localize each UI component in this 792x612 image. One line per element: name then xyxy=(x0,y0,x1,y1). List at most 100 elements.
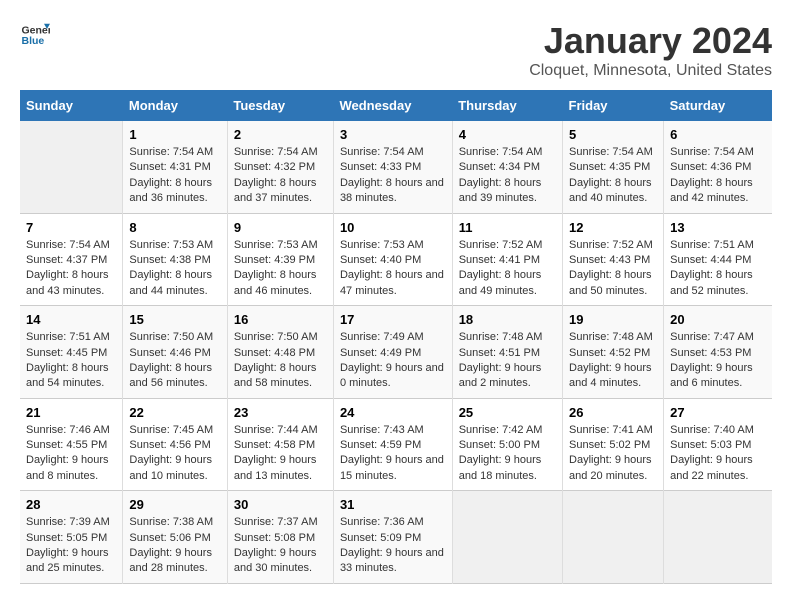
day-number: 31 xyxy=(340,497,446,512)
sunrise-text: Sunrise: 7:50 AM xyxy=(129,331,213,343)
sunset-text: Sunset: 5:02 PM xyxy=(569,439,650,451)
daylight-text: Daylight: 9 hours and 33 minutes. xyxy=(340,547,444,574)
sunset-text: Sunset: 4:56 PM xyxy=(129,439,210,451)
sunset-text: Sunset: 4:38 PM xyxy=(129,254,210,266)
sunrise-text: Sunrise: 7:49 AM xyxy=(340,331,424,343)
day-info: Sunrise: 7:42 AM Sunset: 5:00 PM Dayligh… xyxy=(459,423,556,485)
day-info: Sunrise: 7:36 AM Sunset: 5:09 PM Dayligh… xyxy=(340,515,446,577)
day-info: Sunrise: 7:45 AM Sunset: 4:56 PM Dayligh… xyxy=(129,423,220,485)
day-cell: 3 Sunrise: 7:54 AM Sunset: 4:33 PM Dayli… xyxy=(333,121,452,213)
sunset-text: Sunset: 4:44 PM xyxy=(670,254,751,266)
daylight-text: Daylight: 8 hours and 36 minutes. xyxy=(129,177,212,204)
sunset-text: Sunset: 5:09 PM xyxy=(340,532,421,544)
sunset-text: Sunset: 4:52 PM xyxy=(569,347,650,359)
day-number: 30 xyxy=(234,497,327,512)
day-info: Sunrise: 7:41 AM Sunset: 5:02 PM Dayligh… xyxy=(569,423,657,485)
day-number: 26 xyxy=(569,405,657,420)
sunrise-text: Sunrise: 7:51 AM xyxy=(670,239,754,251)
day-number: 21 xyxy=(26,405,116,420)
day-cell: 5 Sunrise: 7:54 AM Sunset: 4:35 PM Dayli… xyxy=(563,121,664,213)
sunrise-text: Sunrise: 7:53 AM xyxy=(234,239,318,251)
day-cell: 10 Sunrise: 7:53 AM Sunset: 4:40 PM Dayl… xyxy=(333,213,452,306)
sunrise-text: Sunrise: 7:54 AM xyxy=(670,146,754,158)
sunrise-text: Sunrise: 7:38 AM xyxy=(129,516,213,528)
day-info: Sunrise: 7:54 AM Sunset: 4:32 PM Dayligh… xyxy=(234,145,327,207)
daylight-text: Daylight: 8 hours and 42 minutes. xyxy=(670,177,753,204)
day-cell: 15 Sunrise: 7:50 AM Sunset: 4:46 PM Dayl… xyxy=(123,306,227,399)
daylight-text: Daylight: 9 hours and 25 minutes. xyxy=(26,547,109,574)
daylight-text: Daylight: 9 hours and 8 minutes. xyxy=(26,454,109,481)
header: General Blue January 2024 Cloquet, Minne… xyxy=(20,20,772,80)
day-info: Sunrise: 7:51 AM Sunset: 4:44 PM Dayligh… xyxy=(670,238,766,300)
day-info: Sunrise: 7:50 AM Sunset: 4:46 PM Dayligh… xyxy=(129,330,220,392)
day-number: 3 xyxy=(340,127,446,142)
daylight-text: Daylight: 8 hours and 56 minutes. xyxy=(129,362,212,389)
day-info: Sunrise: 7:38 AM Sunset: 5:06 PM Dayligh… xyxy=(129,515,220,577)
sunrise-text: Sunrise: 7:50 AM xyxy=(234,331,318,343)
week-row-3: 14 Sunrise: 7:51 AM Sunset: 4:45 PM Dayl… xyxy=(20,306,772,399)
sunset-text: Sunset: 4:58 PM xyxy=(234,439,315,451)
day-number: 6 xyxy=(670,127,766,142)
header-day-tuesday: Tuesday xyxy=(227,90,333,121)
sunset-text: Sunset: 4:43 PM xyxy=(569,254,650,266)
daylight-text: Daylight: 9 hours and 28 minutes. xyxy=(129,547,212,574)
week-row-2: 7 Sunrise: 7:54 AM Sunset: 4:37 PM Dayli… xyxy=(20,213,772,306)
header-day-friday: Friday xyxy=(563,90,664,121)
svg-text:Blue: Blue xyxy=(22,35,45,47)
day-number: 13 xyxy=(670,220,766,235)
day-info: Sunrise: 7:50 AM Sunset: 4:48 PM Dayligh… xyxy=(234,330,327,392)
day-info: Sunrise: 7:39 AM Sunset: 5:05 PM Dayligh… xyxy=(26,515,116,577)
day-cell: 13 Sunrise: 7:51 AM Sunset: 4:44 PM Dayl… xyxy=(664,213,772,306)
day-info: Sunrise: 7:54 AM Sunset: 4:33 PM Dayligh… xyxy=(340,145,446,207)
day-number: 5 xyxy=(569,127,657,142)
daylight-text: Daylight: 8 hours and 52 minutes. xyxy=(670,269,753,296)
logo: General Blue xyxy=(20,20,50,50)
day-info: Sunrise: 7:48 AM Sunset: 4:51 PM Dayligh… xyxy=(459,330,556,392)
day-number: 24 xyxy=(340,405,446,420)
day-cell: 16 Sunrise: 7:50 AM Sunset: 4:48 PM Dayl… xyxy=(227,306,333,399)
sunrise-text: Sunrise: 7:41 AM xyxy=(569,424,653,436)
day-info: Sunrise: 7:53 AM Sunset: 4:40 PM Dayligh… xyxy=(340,238,446,300)
day-number: 11 xyxy=(459,220,556,235)
sunset-text: Sunset: 4:59 PM xyxy=(340,439,421,451)
header-day-thursday: Thursday xyxy=(452,90,562,121)
daylight-text: Daylight: 9 hours and 13 minutes. xyxy=(234,454,317,481)
day-cell: 1 Sunrise: 7:54 AM Sunset: 4:31 PM Dayli… xyxy=(123,121,227,213)
day-cell: 20 Sunrise: 7:47 AM Sunset: 4:53 PM Dayl… xyxy=(664,306,772,399)
day-cell: 31 Sunrise: 7:36 AM Sunset: 5:09 PM Dayl… xyxy=(333,491,452,584)
day-info: Sunrise: 7:49 AM Sunset: 4:49 PM Dayligh… xyxy=(340,330,446,392)
sunrise-text: Sunrise: 7:54 AM xyxy=(26,239,110,251)
day-cell: 30 Sunrise: 7:37 AM Sunset: 5:08 PM Dayl… xyxy=(227,491,333,584)
day-info: Sunrise: 7:53 AM Sunset: 4:38 PM Dayligh… xyxy=(129,238,220,300)
daylight-text: Daylight: 8 hours and 44 minutes. xyxy=(129,269,212,296)
day-number: 9 xyxy=(234,220,327,235)
day-info: Sunrise: 7:46 AM Sunset: 4:55 PM Dayligh… xyxy=(26,423,116,485)
sunrise-text: Sunrise: 7:45 AM xyxy=(129,424,213,436)
day-number: 22 xyxy=(129,405,220,420)
day-cell: 7 Sunrise: 7:54 AM Sunset: 4:37 PM Dayli… xyxy=(20,213,123,306)
day-info: Sunrise: 7:51 AM Sunset: 4:45 PM Dayligh… xyxy=(26,330,116,392)
week-row-5: 28 Sunrise: 7:39 AM Sunset: 5:05 PM Dayl… xyxy=(20,491,772,584)
daylight-text: Daylight: 9 hours and 22 minutes. xyxy=(670,454,753,481)
sunrise-text: Sunrise: 7:54 AM xyxy=(234,146,318,158)
day-info: Sunrise: 7:47 AM Sunset: 4:53 PM Dayligh… xyxy=(670,330,766,392)
day-info: Sunrise: 7:52 AM Sunset: 4:43 PM Dayligh… xyxy=(569,238,657,300)
day-info: Sunrise: 7:54 AM Sunset: 4:36 PM Dayligh… xyxy=(670,145,766,207)
day-cell: 28 Sunrise: 7:39 AM Sunset: 5:05 PM Dayl… xyxy=(20,491,123,584)
day-cell: 4 Sunrise: 7:54 AM Sunset: 4:34 PM Dayli… xyxy=(452,121,562,213)
sunset-text: Sunset: 4:32 PM xyxy=(234,161,315,173)
main-title: January 2024 xyxy=(529,20,772,62)
day-cell: 21 Sunrise: 7:46 AM Sunset: 4:55 PM Dayl… xyxy=(20,398,123,491)
sunrise-text: Sunrise: 7:54 AM xyxy=(129,146,213,158)
sunset-text: Sunset: 5:00 PM xyxy=(459,439,540,451)
sunset-text: Sunset: 4:51 PM xyxy=(459,347,540,359)
sunset-text: Sunset: 4:40 PM xyxy=(340,254,421,266)
sunset-text: Sunset: 4:31 PM xyxy=(129,161,210,173)
day-number: 23 xyxy=(234,405,327,420)
sunset-text: Sunset: 4:53 PM xyxy=(670,347,751,359)
day-number: 1 xyxy=(129,127,220,142)
day-number: 10 xyxy=(340,220,446,235)
day-cell: 29 Sunrise: 7:38 AM Sunset: 5:06 PM Dayl… xyxy=(123,491,227,584)
daylight-text: Daylight: 8 hours and 40 minutes. xyxy=(569,177,652,204)
sunrise-text: Sunrise: 7:36 AM xyxy=(340,516,424,528)
